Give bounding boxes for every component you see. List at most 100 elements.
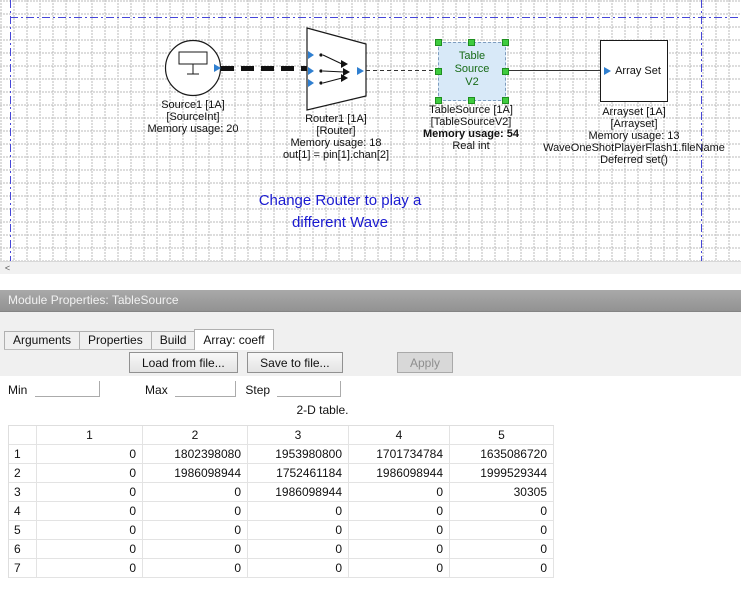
min-field[interactable] — [35, 381, 100, 397]
tab-properties[interactable]: Properties — [79, 331, 152, 349]
route-node-dot — [319, 53, 322, 56]
table-cell[interactable]: 0 — [349, 540, 450, 559]
table-row-header: 1 — [9, 445, 37, 464]
source-symbol — [179, 52, 207, 64]
table-cell[interactable]: 0 — [143, 559, 248, 578]
route-node-dot — [319, 81, 322, 84]
route-node-dot — [319, 69, 322, 72]
table-cell[interactable]: 0 — [450, 559, 554, 578]
tab-strip: Arguments Properties Build Array: coeff — [4, 329, 273, 350]
min-max-step-row: Min Max Step — [0, 381, 341, 401]
arrayset-block[interactable]: Array Set — [600, 40, 668, 102]
max-label: Max — [145, 383, 168, 397]
max-field[interactable] — [175, 381, 236, 397]
table-cell[interactable]: 1635086720 — [450, 445, 554, 464]
table-cell[interactable]: 1701734784 — [349, 445, 450, 464]
table-cell[interactable]: 0 — [37, 559, 143, 578]
table-cell[interactable]: 1986098944 — [349, 464, 450, 483]
selection-handle[interactable] — [435, 97, 442, 104]
table-row-header: 6 — [9, 540, 37, 559]
canvas-hscrollbar[interactable]: < — [0, 261, 741, 274]
step-field[interactable] — [277, 381, 341, 397]
caption-line: Deferred set() — [534, 154, 734, 166]
table-col-header: 3 — [248, 426, 349, 445]
source-block[interactable] — [163, 38, 223, 98]
coeff-table[interactable]: 1234510180239808019539808001701734784163… — [8, 425, 554, 578]
table-cell[interactable]: 0 — [349, 521, 450, 540]
tab-arguments[interactable]: Arguments — [4, 331, 80, 349]
tablesource-label-line: Table — [439, 50, 505, 63]
table-cell[interactable]: 0 — [450, 521, 554, 540]
table-cell[interactable]: 1752461184 — [248, 464, 349, 483]
module-properties-title: Module Properties: TableSource — [8, 293, 179, 307]
scroll-left-button[interactable]: < — [0, 262, 15, 275]
selection-handle[interactable] — [502, 68, 509, 75]
table-cell[interactable]: 0 — [143, 502, 248, 521]
table-cell[interactable]: 1953980800 — [248, 445, 349, 464]
table-cell[interactable]: 1999529344 — [450, 464, 554, 483]
page-guide-top — [10, 17, 741, 18]
table-caption: 2-D table. — [0, 403, 645, 417]
table-cell[interactable]: 0 — [248, 521, 349, 540]
selection-handle[interactable] — [502, 97, 509, 104]
load-from-file-button[interactable]: Load from file... — [129, 352, 238, 373]
selection-handle[interactable] — [468, 39, 475, 46]
table-cell[interactable]: 0 — [450, 540, 554, 559]
table-cell[interactable]: 0 — [143, 483, 248, 502]
selection-handle[interactable] — [502, 39, 509, 46]
table-cell[interactable]: 0 — [450, 502, 554, 521]
table-cell[interactable]: 0 — [37, 540, 143, 559]
table-col-header: 1 — [37, 426, 143, 445]
save-to-file-button[interactable]: Save to file... — [247, 352, 342, 373]
table-cell[interactable]: 0 — [37, 445, 143, 464]
table-cell[interactable]: 0 — [37, 483, 143, 502]
connection-router-tablesource[interactable] — [366, 70, 438, 71]
table-cell[interactable]: 0 — [37, 464, 143, 483]
connection-tablesource-arrayset[interactable] — [506, 70, 600, 71]
annotation-line: different Wave — [228, 212, 452, 234]
selection-handle[interactable] — [468, 97, 475, 104]
table-cell[interactable]: 1986098944 — [143, 464, 248, 483]
table-cell[interactable]: 0 — [248, 559, 349, 578]
arrayset-label: Array Set — [611, 65, 665, 77]
module-properties-panel: Arguments Properties Build Array: coeff … — [0, 312, 741, 600]
table-row-header: 4 — [9, 502, 37, 521]
apply-button: Apply — [397, 352, 453, 373]
diagram-canvas[interactable]: Table Source V2 Array Set Source1 [1A] [… — [0, 0, 741, 261]
table-cell[interactable]: 0 — [349, 502, 450, 521]
scroll-left-icon: < — [5, 263, 10, 273]
table-cell[interactable]: 0 — [143, 521, 248, 540]
input-pin-icon[interactable] — [604, 67, 611, 75]
table-row-header: 5 — [9, 521, 37, 540]
table-col-header: 2 — [143, 426, 248, 445]
tablesource-label-line: Source — [439, 63, 505, 76]
table-cell[interactable]: 1986098944 — [248, 483, 349, 502]
tab-array-coeff[interactable]: Array: coeff — [194, 329, 273, 350]
table-cell[interactable]: 0 — [349, 559, 450, 578]
connection-source-router[interactable] — [221, 66, 307, 71]
router-block[interactable] — [306, 27, 368, 112]
table-col-header: 5 — [450, 426, 554, 445]
table-cell[interactable]: 0 — [349, 483, 450, 502]
min-label: Min — [8, 383, 27, 397]
table-cell[interactable]: 30305 — [450, 483, 554, 502]
caption-line: WaveOneShotPlayerFlash1.fileName — [534, 142, 734, 154]
file-button-row: Load from file... Save to file... Apply — [129, 352, 458, 373]
table-col-header: 4 — [349, 426, 450, 445]
table-cell[interactable]: 0 — [37, 502, 143, 521]
table-cell[interactable]: 0 — [143, 540, 248, 559]
annotation-text[interactable]: Change Router to play a different Wave — [228, 190, 452, 234]
caption-line: Source1 [1A] — [118, 99, 268, 111]
selection-handle[interactable] — [435, 68, 442, 75]
module-properties-titlebar[interactable]: Module Properties: TableSource — [0, 290, 741, 312]
table-cell[interactable]: 0 — [248, 502, 349, 521]
table-cell[interactable]: 0 — [248, 540, 349, 559]
tablesource-block[interactable]: Table Source V2 — [438, 42, 506, 101]
array-editor-area: Min Max Step 2-D table. 1234510180239808… — [0, 376, 741, 600]
caption-line: [Arrayset] — [534, 118, 734, 130]
table-cell[interactable]: 1802398080 — [143, 445, 248, 464]
table-corner-cell — [9, 426, 37, 445]
tab-build[interactable]: Build — [151, 331, 196, 349]
table-cell[interactable]: 0 — [37, 521, 143, 540]
selection-handle[interactable] — [435, 39, 442, 46]
